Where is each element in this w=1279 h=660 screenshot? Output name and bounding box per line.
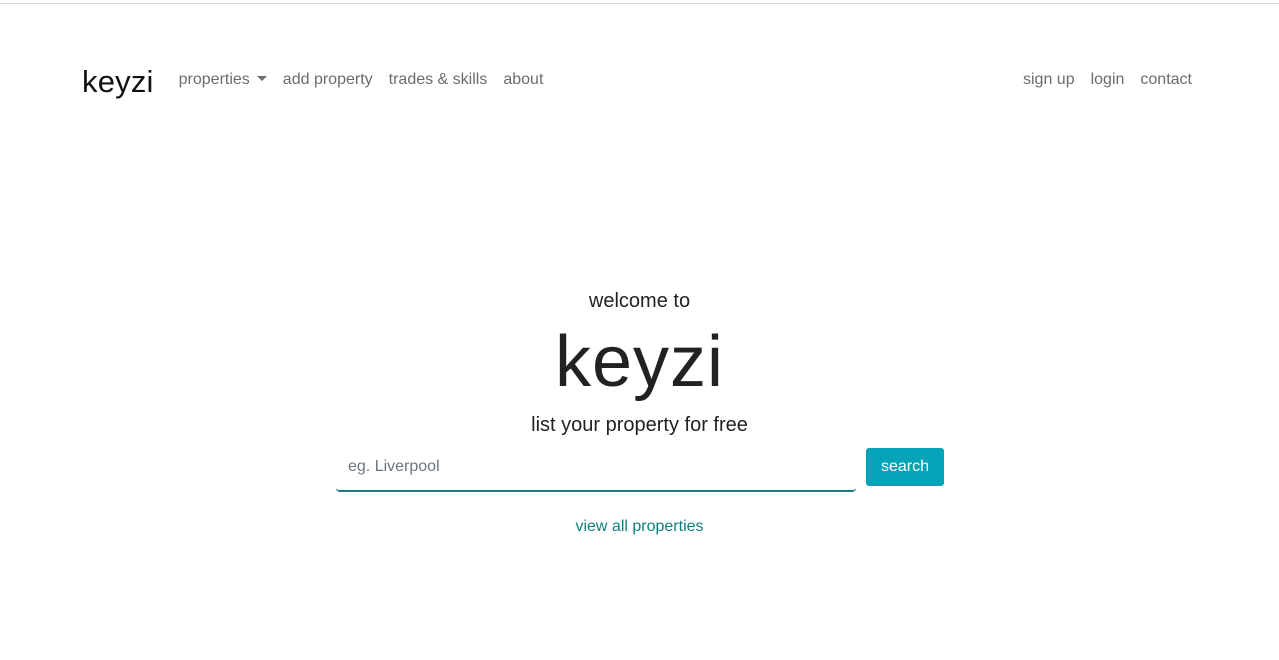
hero-title: keyzi [554, 322, 725, 402]
nav-add-property[interactable]: add property [275, 71, 381, 89]
search-form: search [336, 448, 944, 492]
navbar: keyzi properties add property trades & s… [82, 60, 1192, 100]
nav-properties-dropdown[interactable]: properties [179, 71, 275, 89]
nav-contact[interactable]: contact [1132, 71, 1192, 89]
brand-logo[interactable]: keyzi [82, 66, 154, 97]
nav-about[interactable]: about [495, 71, 551, 89]
nav-right: sign up login contact [1015, 71, 1192, 89]
hero: welcome to keyzi list your property for … [0, 288, 1279, 438]
view-all-properties-link[interactable]: view all properties [0, 518, 1279, 536]
nav-left: properties add property trades & skills … [179, 71, 552, 89]
top-border [0, 3, 1279, 4]
nav-sign-up[interactable]: sign up [1015, 71, 1083, 89]
chevron-down-icon [256, 75, 267, 81]
nav-properties-label: properties [178, 71, 250, 88]
search-button[interactable]: search [866, 448, 944, 486]
hero-tagline: list your property for free [531, 414, 748, 436]
search-input[interactable] [336, 448, 856, 492]
nav-login[interactable]: login [1083, 71, 1133, 89]
nav-trades-skills[interactable]: trades & skills [381, 71, 496, 89]
hero-welcome-text: welcome to [588, 290, 691, 312]
